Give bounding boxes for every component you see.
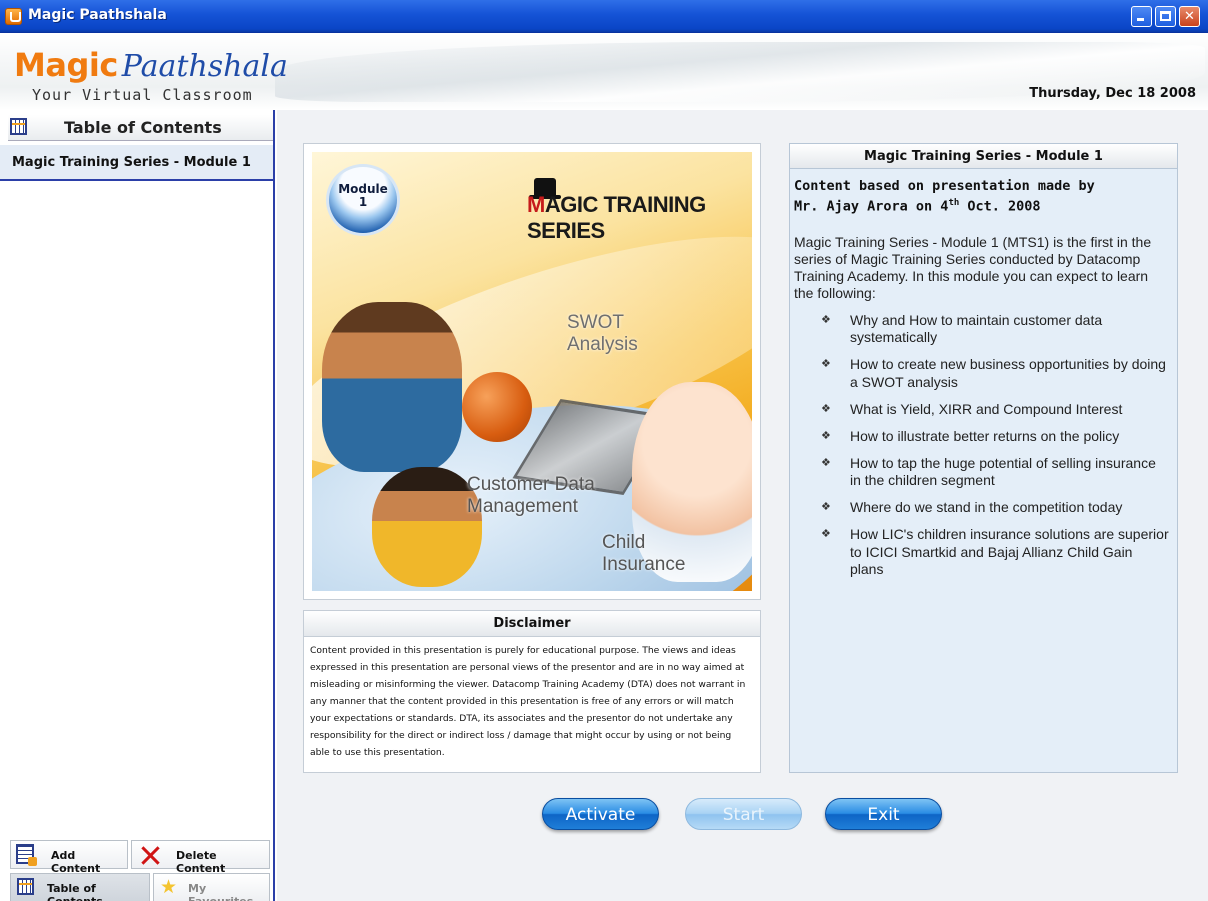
disclaimer-text: Content provided in this presentation is…: [310, 645, 746, 758]
start-button[interactable]: Start: [685, 798, 802, 830]
label-customer-data: Customer Data Management: [467, 474, 595, 518]
list-item: How to create new business opportunities…: [821, 356, 1169, 391]
list-item: How to tap the huge potential of selling…: [821, 455, 1169, 490]
star-icon: ★: [160, 876, 178, 898]
tab-my-favourites[interactable]: ★ My Favourites: [153, 873, 270, 901]
activate-button[interactable]: Activate: [542, 798, 659, 830]
list-item: How LIC's children insurance solutions a…: [821, 526, 1169, 579]
main-content: Module 1 MAGIC TRAINING SERIES SWOT Anal…: [277, 110, 1208, 901]
label-swot-1: SWOT: [567, 312, 624, 333]
exit-button[interactable]: Exit: [825, 798, 942, 830]
logo-text-magic: Magic: [14, 46, 118, 84]
label-cdm-1: Customer Data: [467, 474, 595, 495]
logo: Magic Paathshala: [14, 46, 288, 84]
delete-icon: [140, 845, 160, 865]
toc-item-label: Magic Training Series - Module 1: [12, 155, 251, 170]
label-child-1: Child: [602, 532, 646, 553]
badge-line-1: Module: [338, 182, 388, 196]
sidebar: Table of Contents Magic Training Series …: [0, 110, 275, 901]
tagline: Your Virtual Classroom: [32, 86, 253, 104]
maximize-icon: [1160, 11, 1171, 21]
tab-favourites-label: My Favourites: [188, 882, 253, 901]
add-content-button[interactable]: Add Content: [10, 840, 128, 875]
add-content-label: Add Content: [51, 849, 101, 875]
current-date: Thursday, Dec 18 2008: [1029, 86, 1196, 101]
disclaimer-panel: Disclaimer Content provided in this pres…: [303, 610, 761, 773]
label-child-insurance: Child Insurance: [602, 532, 685, 576]
info-subtitle: Content based on presentation made by Mr…: [790, 169, 1177, 216]
logo-text-paathshala: Paathshala: [121, 49, 288, 84]
art-basketball: [462, 372, 532, 442]
info-subtitle-line-2a: Mr. Ajay Arora on 4: [794, 198, 949, 215]
table-of-contents-tab-icon: [17, 878, 34, 895]
delete-content-button[interactable]: Delete Content: [131, 840, 270, 875]
module-cover-image: Module 1 MAGIC TRAINING SERIES SWOT Anal…: [303, 143, 761, 600]
info-description: Magic Training Series - Module 1 (MTS1) …: [794, 233, 1152, 301]
disclaimer-title: Disclaimer: [304, 611, 760, 637]
info-title: Magic Training Series - Module 1: [790, 144, 1177, 169]
info-subtitle-line-2b: Oct. 2008: [959, 198, 1041, 215]
close-button[interactable]: ✕: [1179, 6, 1200, 27]
app-icon: [5, 8, 22, 25]
label-child-2: Insurance: [602, 554, 686, 575]
module-badge: Module 1: [326, 164, 400, 236]
list-item: Where do we stand in the competition tod…: [821, 499, 1169, 517]
brand-title: MAGIC TRAINING SERIES: [527, 192, 752, 244]
brand-rest: AGIC TRAINING SERIES: [527, 192, 706, 243]
add-content-icon: [16, 844, 37, 866]
minimize-button[interactable]: [1131, 6, 1152, 27]
list-item: What is Yield, XIRR and Compound Interes…: [821, 401, 1169, 419]
brand-first-letter: M: [527, 192, 545, 217]
close-icon: ✕: [1184, 9, 1195, 24]
label-swot: SWOT Analysis: [567, 312, 638, 356]
module-info-panel[interactable]: Magic Training Series - Module 1 Content…: [789, 143, 1178, 773]
maximize-button[interactable]: [1155, 6, 1176, 27]
learning-list: Why and How to maintain customer data sy…: [790, 302, 1177, 579]
label-swot-2: Analysis: [567, 334, 638, 355]
window-title: Magic Paathshala: [28, 7, 167, 23]
toc-item-module-1[interactable]: Magic Training Series - Module 1: [0, 145, 273, 181]
label-cdm-2: Management: [467, 496, 578, 517]
toc-title: Table of Contents: [64, 118, 222, 137]
art-boy: [372, 467, 482, 587]
delete-content-label: Delete Content: [176, 849, 226, 875]
list-item: Why and How to maintain customer data sy…: [821, 312, 1169, 347]
toc-header: Table of Contents: [8, 115, 273, 141]
title-bar[interactable]: Magic Paathshala ✕: [0, 0, 1208, 33]
cover-artwork: Module 1 MAGIC TRAINING SERIES SWOT Anal…: [312, 152, 752, 591]
info-subtitle-line-1: Content based on presentation made by: [794, 178, 1095, 194]
minimize-icon: [1137, 18, 1144, 21]
art-man: [322, 302, 462, 472]
tab-toc-label: Table of Contents: [47, 882, 103, 901]
badge-line-2: 1: [358, 195, 368, 209]
list-item: How to illustrate better returns on the …: [821, 428, 1169, 446]
table-of-contents-icon: [10, 118, 27, 135]
tab-table-of-contents[interactable]: Table of Contents: [10, 873, 150, 901]
info-subtitle-sup: th: [948, 198, 960, 208]
